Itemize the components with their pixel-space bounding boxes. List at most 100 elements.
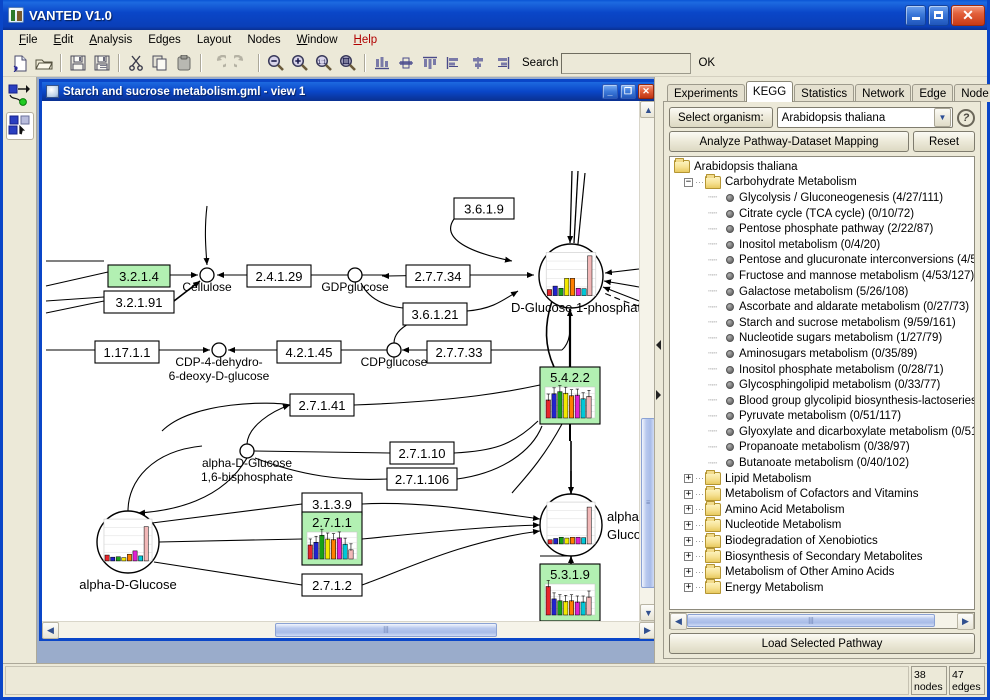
align-left-icon[interactable] bbox=[442, 52, 466, 74]
collapse-icon[interactable]: − bbox=[684, 177, 693, 187]
tree-horizontal-scrollbar[interactable]: ◀ ||| ▶ bbox=[669, 612, 975, 630]
tree-item-nucleotide-sugars-metabolism-1-27-79[interactable]: ┄┄ Nucleotide sugars metabolism (1/27/79) bbox=[672, 331, 974, 347]
graph-maximize-button[interactable]: ❐ bbox=[620, 84, 636, 99]
reset-button[interactable]: Reset bbox=[913, 131, 975, 152]
save-as-icon[interactable] bbox=[90, 52, 114, 74]
tree-item-glyoxylate-and-dicarboxylate-metabolism-0-51[interactable]: ┄┄ Glyoxylate and dicarboxylate metabolis… bbox=[672, 424, 974, 440]
splitter-collapse-right-icon[interactable] bbox=[655, 390, 661, 400]
tree-item-inositol-metabolism-0-4-20[interactable]: ┄┄ Inositol metabolism (0/4/20) bbox=[672, 237, 974, 253]
graph-edge[interactable] bbox=[203, 205, 210, 266]
tree-item-ascorbate-and-aldarate-metabolism-0-27-73[interactable]: ┄┄ Ascorbate and aldarate metabolism (0/2… bbox=[672, 299, 974, 315]
organism-combobox[interactable]: Arabidopsis thaliana ▼ bbox=[776, 107, 953, 128]
graph-edge[interactable] bbox=[158, 538, 303, 543]
open-folder-icon[interactable] bbox=[32, 52, 56, 74]
scroll-right-arrow[interactable]: ▶ bbox=[639, 622, 654, 639]
graph-edge[interactable] bbox=[45, 300, 105, 314]
tree-scroll-right-arrow[interactable]: ▶ bbox=[957, 613, 974, 630]
align-bottom-icon[interactable] bbox=[370, 52, 394, 74]
zoom-fit-icon[interactable] bbox=[336, 52, 360, 74]
menu-analysis[interactable]: Analysis bbox=[81, 32, 140, 48]
tree-group-metabolism-of-other-amino-acids[interactable]: + ⋯ Metabolism of Other Amino Acids bbox=[672, 563, 974, 580]
tree-root-node[interactable]: Arabidopsis thaliana bbox=[672, 158, 974, 175]
tree-group-carbohydrate-metabolism[interactable]: − ⋯ Carbohydrate Metabolism bbox=[672, 173, 974, 191]
metabolite-node-d-glucose-1-phosphate[interactable]: D-Glucose 1-phosphate bbox=[511, 243, 639, 315]
vscroll-track[interactable]: ≡ bbox=[640, 118, 654, 604]
metabolite-node-gdpglucose[interactable]: GDPglucose bbox=[321, 267, 389, 294]
graph-minimize-button[interactable]: _ bbox=[602, 84, 618, 99]
graph-edge[interactable] bbox=[577, 172, 586, 245]
graph-edge[interactable] bbox=[450, 218, 513, 263]
tree-item-pyruvate-metabolism-0-51-117[interactable]: ┄┄ Pyruvate metabolism (0/51/117) bbox=[672, 409, 974, 425]
minimize-button[interactable] bbox=[905, 4, 926, 26]
menu-file[interactable]: File bbox=[11, 32, 46, 48]
tree-item-propanoate-metabolism-0-38-97[interactable]: ┄┄ Propanoate metabolism (0/38/97) bbox=[672, 440, 974, 456]
analyze-mapping-button[interactable]: Analyze Pathway-Dataset Mapping bbox=[669, 131, 909, 152]
search-input[interactable] bbox=[561, 52, 692, 74]
tab-network[interactable]: Network bbox=[855, 84, 912, 102]
tree-group-metabolism-of-cofactors-and-vitamins[interactable]: + ⋯ Metabolism of Cofactors and Vitamins bbox=[672, 485, 974, 502]
tree-group-energy-metabolism[interactable]: + ⋯ Energy Metabolism bbox=[672, 579, 974, 596]
tree-item-starch-and-sucrose-metabolism-9-59-161[interactable]: ┄┄ Starch and sucrose metabolism (9/59/16… bbox=[672, 315, 974, 331]
metabolite-node-alpha-d-glucose-1-6-bisphosphate[interactable]: alpha-D-Glucose1,6-bisphosphate bbox=[201, 443, 293, 484]
menu-edges[interactable]: Edges bbox=[140, 32, 189, 48]
graph-edge[interactable] bbox=[567, 170, 574, 244]
tree-group-nucleotide-metabolism[interactable]: + ⋯ Nucleotide Metabolism bbox=[672, 516, 974, 534]
expand-icon[interactable]: + bbox=[684, 536, 693, 546]
load-selected-pathway-button[interactable]: Load Selected Pathway bbox=[669, 633, 975, 654]
tab-experiments[interactable]: Experiments bbox=[667, 84, 745, 102]
expand-icon[interactable]: + bbox=[684, 489, 693, 499]
graph-edge[interactable] bbox=[603, 279, 639, 288]
tree-item-citrate-cycle-tca-cycle-0-10-72[interactable]: ┄┄ Citrate cycle (TCA cycle) (0/10/72) bbox=[672, 206, 974, 222]
tree-item-blood-group-glycolipid-biosynthesis-lactoser[interactable]: ┄┄ Blood group glycolipid biosynthesis-la… bbox=[672, 393, 974, 409]
graph-edge[interactable] bbox=[361, 522, 541, 540]
vscroll-thumb[interactable]: ≡ bbox=[641, 418, 654, 588]
metabolite-node-cdp-4-dehydro-6-deoxy-d-glucose[interactable]: CDP-4-dehydro-6-deoxy-D-glucose bbox=[169, 342, 270, 383]
graph-edge[interactable] bbox=[253, 450, 391, 454]
cut-icon[interactable] bbox=[124, 52, 148, 74]
align-center-vertical-icon[interactable] bbox=[466, 52, 490, 74]
zoom-actual-icon[interactable]: 1:1 bbox=[312, 52, 336, 74]
expand-icon[interactable]: + bbox=[684, 583, 693, 593]
align-center-horizontal-icon[interactable] bbox=[394, 52, 418, 74]
metabolite-node-cellulose[interactable]: Cellulose bbox=[182, 267, 232, 294]
enzyme-node-2.7.7.34[interactable]: 2.7.7.34 bbox=[405, 264, 471, 288]
pathway-canvas[interactable]: Cellulose GDPglucose CDP-4-dehydro- 6-deoxy… bbox=[42, 101, 639, 621]
pathway-graph[interactable]: Cellulose GDPglucose CDP-4-dehydro-6-deoxy… bbox=[42, 101, 639, 621]
chevron-down-icon[interactable]: ▼ bbox=[934, 108, 951, 127]
graph-close-button[interactable]: ✕ bbox=[638, 84, 654, 99]
tab-kegg[interactable]: KEGG bbox=[745, 81, 794, 102]
metabolite-node-alpha-d-glucose[interactable]: alpha-D-Glucose bbox=[79, 510, 177, 592]
tree-item-galactose-metabolism-5-26-108[interactable]: ┄┄ Galactose metabolism (5/26/108) bbox=[672, 284, 974, 300]
panel-splitter[interactable] bbox=[654, 77, 661, 663]
tree-group-biosynthesis-of-secondary-metabolites[interactable]: + ⋯ Biosynthesis of Secondary Metabolites bbox=[672, 548, 974, 565]
enzyme-node-2.7.1.106[interactable]: 2.7.1.106 bbox=[386, 467, 458, 491]
graph-edge[interactable] bbox=[361, 528, 541, 586]
tab-statistics[interactable]: Statistics bbox=[794, 84, 855, 102]
expand-icon[interactable]: + bbox=[684, 567, 693, 577]
graph-edge[interactable] bbox=[573, 170, 579, 244]
create-edge-tool[interactable] bbox=[6, 81, 34, 109]
scroll-up-arrow[interactable]: ▲ bbox=[640, 101, 654, 118]
tree-item-inositol-phosphate-metabolism-0-28-71[interactable]: ┄┄ Inositol phosphate metabolism (0/28/71… bbox=[672, 362, 974, 378]
expand-icon[interactable]: + bbox=[684, 474, 693, 484]
graph-edge[interactable] bbox=[127, 445, 203, 512]
tree-item-pentose-and-glucuronate-interconversions-4-5[interactable]: ┄┄ Pentose and glucuronate interconversio… bbox=[672, 253, 974, 269]
canvas-horizontal-scrollbar[interactable]: ◀ ||| ▶ bbox=[42, 621, 654, 639]
graph-edge[interactable] bbox=[361, 502, 541, 522]
expand-icon[interactable]: + bbox=[684, 520, 693, 530]
expand-icon[interactable]: + bbox=[684, 552, 693, 562]
tree-group-lipid-metabolism[interactable]: + ⋯ Lipid Metabolism bbox=[672, 470, 974, 487]
tree-item-butanoate-metabolism-0-40-102[interactable]: ┄┄ Butanoate metabolism (0/40/102) bbox=[672, 455, 974, 471]
tree-item-aminosugars-metabolism-0-35-89[interactable]: ┄┄ Aminosugars metabolism (0/35/89) bbox=[672, 346, 974, 362]
paste-icon[interactable] bbox=[172, 52, 196, 74]
scroll-down-arrow[interactable]: ▼ bbox=[640, 604, 654, 621]
align-right-icon[interactable] bbox=[490, 52, 514, 74]
metabolite-node-alpha-d-glucose-6-p[interactable]: alpha-D- Glucose 6-p bbox=[539, 493, 639, 557]
graph-edge[interactable] bbox=[604, 268, 639, 276]
tree-group-biodegradation-of-xenobiotics[interactable]: + ⋯ Biodegradation of Xenobiotics bbox=[672, 532, 974, 549]
graph-edge[interactable] bbox=[246, 404, 291, 445]
tree-group-amino-acid-metabolism[interactable]: + ⋯ Amino Acid Metabolism bbox=[672, 501, 974, 518]
tree-item-pentose-phosphate-pathway-2-22-87[interactable]: ┄┄ Pentose phosphate pathway (2/22/87) bbox=[672, 221, 974, 237]
menu-window[interactable]: Window bbox=[289, 32, 346, 48]
enzyme-node-2.7.7.33[interactable]: 2.7.7.33 bbox=[426, 340, 492, 364]
